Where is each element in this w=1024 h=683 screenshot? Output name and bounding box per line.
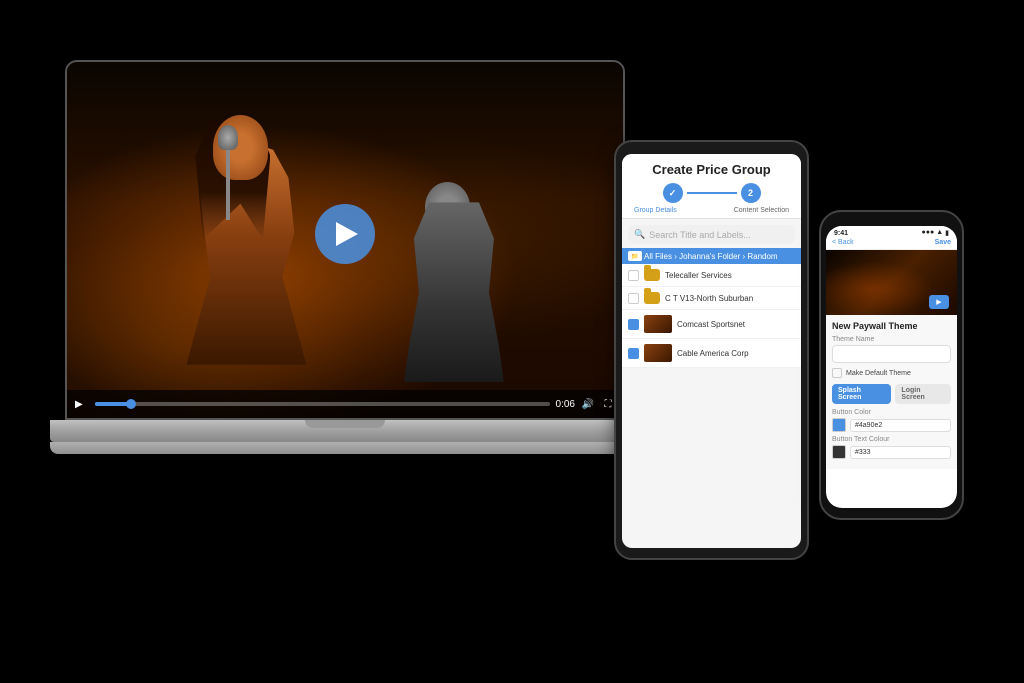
video-time: 0:06 — [556, 399, 575, 410]
theme-name-input[interactable] — [832, 345, 951, 363]
step-labels: Group Details Content Selection — [630, 207, 793, 214]
tablet-screen: Create Price Group ✓ 2 Group Details Con… — [622, 154, 801, 548]
file-item[interactable]: C T V13-North Suburban — [622, 287, 801, 310]
tablet-header: Create Price Group ✓ 2 Group Details Con… — [622, 154, 801, 219]
text-color-swatch[interactable] — [832, 445, 846, 459]
signal-icon: ●●● — [922, 229, 935, 237]
back-button[interactable]: < Back — [832, 239, 854, 246]
play-icon — [336, 222, 358, 246]
stepper-progress: ✓ 2 — [630, 183, 793, 203]
file-name-4: Cable America Corp — [677, 349, 795, 358]
step-line — [687, 192, 737, 194]
text-color-value: #333 — [850, 446, 951, 459]
step-2-label: Content Selection — [734, 207, 789, 214]
folder-icon — [644, 292, 660, 304]
phone-section-title: New Paywall Theme — [832, 321, 951, 331]
breadcrumb-bar: 📁 All Files › Johanna's Folder › Random — [622, 248, 801, 264]
file-list: Telecaller Services C T V13-North Suburb… — [622, 264, 801, 368]
laptop-bottom — [50, 442, 670, 454]
video-controls-bar: ▶ 0:06 🔊 ⛶ — [67, 390, 623, 418]
search-placeholder-text: Search Title and Labels... — [649, 230, 751, 240]
video-thumbnail-4 — [644, 344, 672, 362]
theme-name-label: Theme Name — [832, 336, 951, 343]
phone-time: 9:41 — [834, 230, 848, 237]
text-color-picker[interactable]: #333 — [832, 445, 951, 459]
file-name-3: Comcast Sportsnet — [677, 320, 795, 329]
make-default-checkbox[interactable] — [832, 368, 842, 378]
singer-figure — [150, 115, 330, 365]
phone-video-preview: ▶ — [826, 250, 957, 315]
volume-icon[interactable]: 🔊 — [581, 397, 595, 411]
make-default-label: Make Default Theme — [846, 370, 911, 377]
tablet-device: Create Price Group ✓ 2 Group Details Con… — [614, 140, 809, 560]
search-icon: 🔍 — [634, 229, 645, 240]
screen-tabs: Splash Screen Login Screen — [832, 384, 951, 404]
mic-head — [218, 125, 238, 150]
play-button[interactable] — [315, 204, 375, 264]
phone-nav-header: < Back Save — [826, 237, 957, 250]
tablet-page-title: Create Price Group — [630, 162, 793, 177]
step-1-label: Group Details — [634, 207, 677, 214]
file-checkbox-4[interactable] — [628, 348, 639, 359]
splash-screen-tab[interactable]: Splash Screen — [832, 384, 891, 404]
phone-status-icons: ●●● ▲ ▮ — [922, 229, 949, 237]
file-checkbox-3[interactable] — [628, 319, 639, 330]
progress-bar[interactable] — [95, 402, 550, 406]
phone-video-play[interactable]: ▶ — [929, 295, 949, 309]
phone-form-content: New Paywall Theme Theme Name Make Defaul… — [826, 315, 957, 469]
save-button[interactable]: Save — [935, 239, 951, 246]
tablet-search-bar[interactable]: 🔍 Search Title and Labels... — [628, 225, 795, 244]
button-color-value: #4a90e2 — [850, 419, 951, 432]
button-color-swatch[interactable] — [832, 418, 846, 432]
file-checkbox-2[interactable] — [628, 293, 639, 304]
file-name-1: Telecaller Services — [665, 271, 795, 280]
login-screen-tab[interactable]: Login Screen — [895, 384, 951, 404]
folder-icon — [644, 269, 660, 281]
step-1-circle: ✓ — [663, 183, 683, 203]
make-default-row[interactable]: Make Default Theme — [832, 368, 951, 378]
phone-status-bar: 9:41 ●●● ▲ ▮ — [826, 226, 957, 237]
battery-icon: ▮ — [945, 229, 949, 237]
button-color-picker[interactable]: #4a90e2 — [832, 418, 951, 432]
progress-dot — [126, 399, 136, 409]
mic-stand — [226, 140, 230, 220]
laptop-screen: ▶ 0:06 🔊 ⛶ — [65, 60, 625, 420]
guitarist-body — [404, 202, 504, 382]
button-color-label: Button Color — [832, 409, 951, 416]
breadcrumb-folder-icon: 📁 — [628, 251, 642, 261]
text-color-label: Button Text Colour — [832, 436, 951, 443]
video-thumbnail-3 — [644, 315, 672, 333]
step-2-circle: 2 — [741, 183, 761, 203]
file-checkbox-1[interactable] — [628, 270, 639, 281]
phone-device: 9:41 ●●● ▲ ▮ < Back Save ▶ New Paywall T… — [819, 210, 964, 520]
file-item[interactable]: Telecaller Services — [622, 264, 801, 287]
file-name-2: C T V13-North Suburban — [665, 294, 795, 303]
laptop-base — [50, 420, 640, 442]
phone-notch — [867, 212, 917, 226]
guitarist-figure — [383, 182, 523, 382]
phone-screen: 9:41 ●●● ▲ ▮ < Back Save ▶ New Paywall T… — [826, 226, 957, 508]
wifi-icon: ▲ — [936, 229, 943, 237]
main-scene: ▶ 0:06 🔊 ⛶ Create Price Group ✓ — [0, 0, 1024, 683]
file-item[interactable]: Cable America Corp — [622, 339, 801, 368]
laptop-device: ▶ 0:06 🔊 ⛶ — [50, 60, 640, 490]
breadcrumb-path: All Files › Johanna's Folder › Random — [644, 252, 778, 261]
laptop-video-player: ▶ 0:06 🔊 ⛶ — [67, 62, 623, 418]
fullscreen-icon[interactable]: ⛶ — [601, 397, 615, 411]
file-item[interactable]: Comcast Sportsnet — [622, 310, 801, 339]
play-pause-button[interactable]: ▶ — [75, 397, 89, 411]
